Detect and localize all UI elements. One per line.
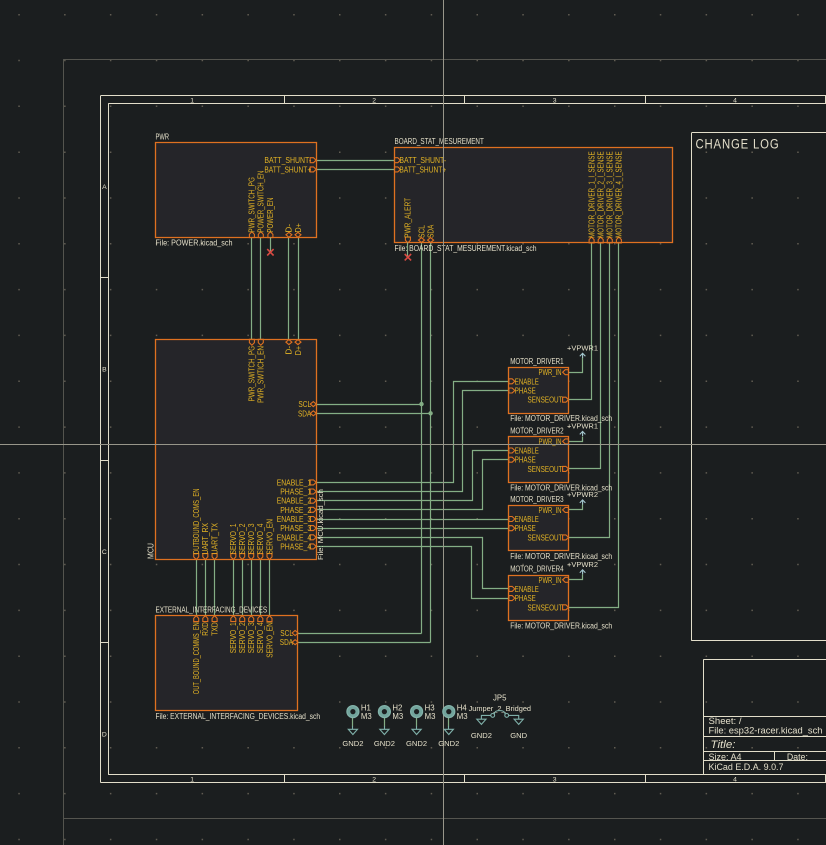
svg-text:+VPWR2: +VPWR2 [567,560,598,569]
svg-text:File: MOTOR_DRIVER.kicad_sch: File: MOTOR_DRIVER.kicad_sch [510,414,612,423]
svg-text:PWR_SWTICH_EN: PWR_SWTICH_EN [256,346,266,403]
svg-text:KiCad E.D.A. 9.0.7: KiCad E.D.A. 9.0.7 [708,762,783,772]
svg-text:MOTOR_DRIVER2: MOTOR_DRIVER2 [510,426,564,435]
svg-text:MOTOR_DRIVER3: MOTOR_DRIVER3 [510,495,564,504]
svg-text:M3: M3 [392,712,403,721]
svg-text:C: C [102,549,107,556]
svg-text:D+: D+ [293,346,303,356]
svg-text:CHANGE LOG: CHANGE LOG [695,137,779,152]
svg-text:GND2: GND2 [342,739,363,748]
svg-text:PWR_IN: PWR_IN [538,505,561,515]
svg-text:SDA: SDA [280,637,293,647]
svg-text:EXTERNAL_INTERFACING_DEVICES: EXTERNAL_INTERFACING_DEVICES [155,606,267,615]
svg-text:BATT_SHUNT+: BATT_SHUNT+ [264,164,311,174]
svg-text:File: MOTOR_DRIVER.kicad_sch: File: MOTOR_DRIVER.kicad_sch [510,622,612,631]
svg-text:1: 1 [190,97,194,104]
svg-text:Jumper_2_Bridged: Jumper_2_Bridged [469,704,531,713]
svg-text:M3: M3 [361,712,372,721]
svg-text:GND2: GND2 [374,739,395,748]
svg-text:M3: M3 [425,712,436,721]
svg-text:BATT_SHUNT+: BATT_SHUNT+ [399,164,446,174]
svg-text:D: D [102,731,107,738]
svg-text:4: 4 [733,97,737,104]
svg-text:Title:: Title: [710,739,735,751]
svg-text:2: 2 [372,97,376,104]
svg-text:File: BOARD_STAT_MESUREMENT.ki: File: BOARD_STAT_MESUREMENT.kicad_sch [394,244,536,253]
svg-text:POWER_SWITCH_EN: POWER_SWITCH_EN [256,171,266,233]
svg-text:SDA: SDA [425,225,435,238]
svg-text:MOTOR_DRIVER4: MOTOR_DRIVER4 [510,565,564,574]
svg-text:GND2: GND2 [438,739,459,748]
svg-text:TXD: TXD [209,622,219,636]
svg-text:MCU: MCU [145,543,155,559]
svg-text:PWR: PWR [155,133,169,142]
svg-text:GND2: GND2 [406,739,427,748]
svg-text:File: esp32-racer.kicad_sch: File: esp32-racer.kicad_sch [708,726,822,736]
svg-text:M3: M3 [457,712,468,721]
svg-text:3: 3 [553,97,557,104]
svg-text:MOTOR_DRIVER_4_I_SENSE: MOTOR_DRIVER_4_I_SENSE [614,151,624,238]
svg-text:File: MCU.kicad_sch: File: MCU.kicad_sch [316,489,325,560]
svg-text:PWR_IN: PWR_IN [538,575,561,585]
svg-text:PHASE: PHASE [515,593,536,603]
svg-text:4: 4 [733,776,737,783]
svg-text:SERVO_EN: SERVO_EN [264,622,274,658]
svg-text:PWR_ALERT: PWR_ALERT [403,197,413,238]
svg-text:SENSEOUT: SENSEOUT [527,395,563,405]
svg-text:2: 2 [372,776,376,783]
svg-text:SERVO_EN: SERVO_EN [264,519,274,555]
svg-text:File: MOTOR_DRIVER.kicad_sch: File: MOTOR_DRIVER.kicad_sch [510,483,612,492]
svg-text:File: POWER.kicad_sch: File: POWER.kicad_sch [155,238,232,247]
svg-text:PWR_IN: PWR_IN [538,367,561,377]
svg-text:Size: A4: Size: A4 [708,752,741,762]
svg-text:Date:: Date: [787,752,808,762]
svg-text:PHASE: PHASE [515,386,536,396]
svg-text:GND2: GND2 [471,731,492,740]
svg-text:B: B [102,366,107,373]
svg-text:JP5: JP5 [493,693,507,702]
svg-text:D+: D+ [293,223,303,233]
svg-text:SENSEOUT: SENSEOUT [527,602,563,612]
svg-text:BOARD_STAT_MESUREMENT: BOARD_STAT_MESUREMENT [394,137,483,146]
svg-text:PHASE: PHASE [515,523,536,533]
svg-text:SENSEOUT: SENSEOUT [527,464,563,474]
svg-text:GND: GND [510,731,527,740]
svg-text:MOTOR_DRIVER1: MOTOR_DRIVER1 [510,357,564,366]
svg-text:SENSEOUT: SENSEOUT [527,532,563,542]
svg-text:File: EXTERNAL_INTERFACING_DEV: File: EXTERNAL_INTERFACING_DEVICES.kicad… [155,712,320,721]
svg-text:+VPWR1: +VPWR1 [567,343,598,352]
svg-text:File: MOTOR_DRIVER.kicad_sch: File: MOTOR_DRIVER.kicad_sch [510,552,612,561]
svg-text:POWER_EN: POWER_EN [265,198,275,233]
svg-text:UART_TX: UART_TX [209,523,219,555]
svg-text:A: A [102,184,107,191]
svg-text:SDA: SDA [298,408,311,418]
svg-text:3: 3 [553,776,557,783]
svg-text:PHASE: PHASE [515,455,536,465]
svg-text:1: 1 [190,776,194,783]
svg-text:PHASE_4: PHASE_4 [280,541,311,551]
